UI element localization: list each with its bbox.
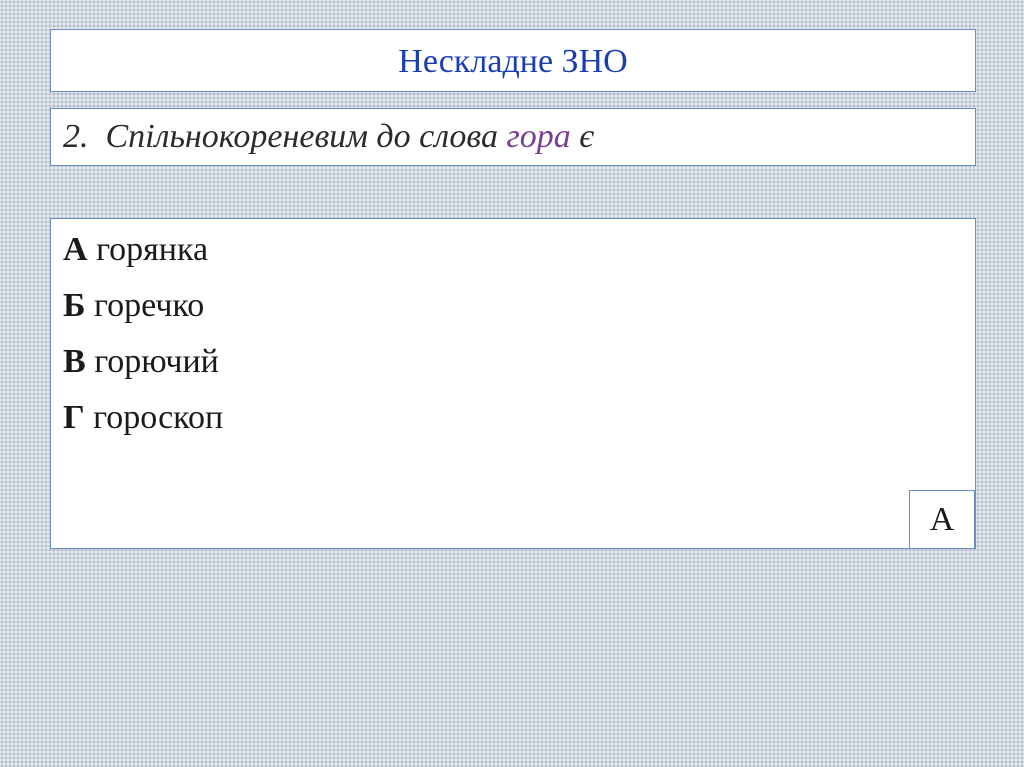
slide-title: Нескладне ЗНО (398, 42, 628, 80)
question-box: 2. Спільнокореневим до слова гора є (50, 108, 976, 166)
option-b-letter: Б (63, 287, 86, 324)
option-b-text: горечко (93, 287, 205, 324)
option-v[interactable]: В горючий (63, 339, 223, 395)
question-text-after: є (579, 118, 595, 155)
option-a-letter: А (63, 231, 88, 268)
question-text-before: Спільнокореневим до слова (105, 118, 498, 155)
answer-options-box: А горянка Б горечко В горючий Г гороскоп (50, 218, 976, 549)
option-b[interactable]: Б горечко (63, 283, 223, 339)
answer-cell[interactable]: А (909, 490, 975, 549)
options-list: А горянка Б горечко В горючий Г гороскоп (63, 227, 223, 451)
question-keyword: гора (506, 118, 571, 155)
option-h-letter: Г (63, 399, 85, 436)
option-h[interactable]: Г гороскоп (63, 395, 223, 451)
option-v-text: горючий (94, 343, 219, 380)
question-text: 2. Спільнокореневим до слова гора є (63, 118, 594, 156)
option-a-text: горянка (96, 231, 209, 268)
option-a[interactable]: А горянка (63, 227, 223, 283)
option-h-text: гороскоп (93, 399, 224, 436)
title-box: Нескладне ЗНО (50, 29, 976, 92)
question-number: 2. (63, 118, 89, 155)
option-v-letter: В (63, 343, 86, 380)
